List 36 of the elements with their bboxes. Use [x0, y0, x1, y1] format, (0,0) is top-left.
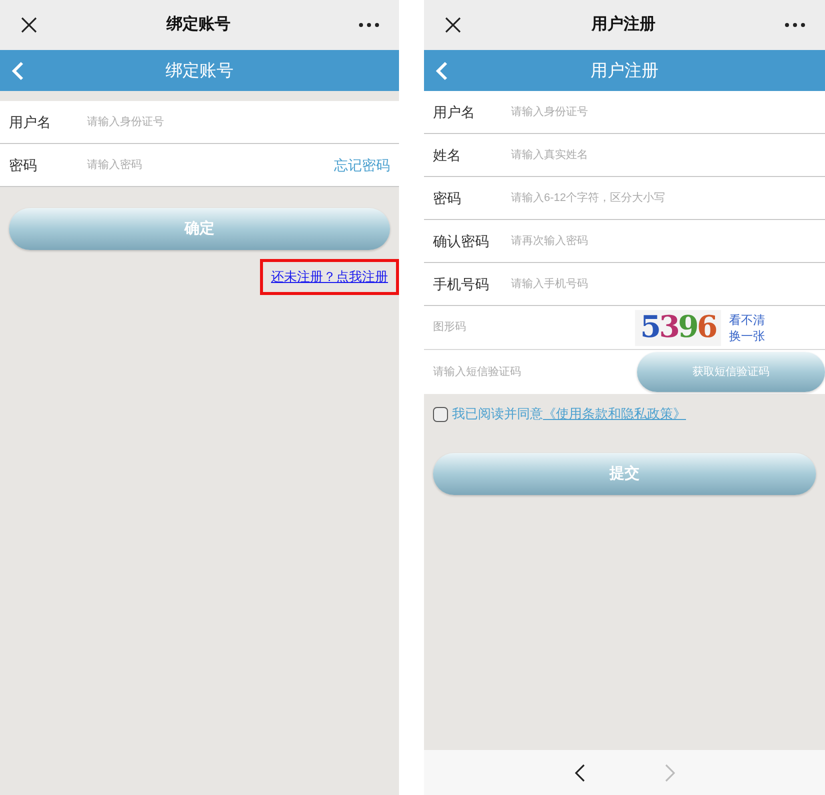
input-field[interactable]: 请输入身份证号 [87, 114, 390, 130]
input-field[interactable]: 请输入密码 [87, 156, 334, 174]
captcha-field[interactable]: 图形码 [433, 319, 635, 336]
confirm-button[interactable]: 确定 [9, 208, 390, 250]
close-icon[interactable] [444, 16, 462, 34]
field-label: 密码 [433, 188, 462, 208]
input-field[interactable]: 请输入手机号码 [511, 276, 816, 292]
input-field[interactable]: 请输入6-12个字符，区分大小写 [511, 190, 816, 206]
window-title: 绑定账号 [166, 14, 230, 35]
page-title: 用户注册 [590, 60, 658, 82]
sms-code-field[interactable]: 请输入短信验证码 [433, 364, 637, 380]
field-label: 密码 [9, 156, 38, 174]
field-label: 用户名 [433, 102, 476, 122]
input-field[interactable]: 请输入真实姓名 [511, 146, 816, 164]
field-label: 确认密码 [433, 232, 490, 250]
window-title: 用户注册 [592, 14, 656, 35]
field-label: 姓名 [433, 146, 462, 164]
close-icon[interactable] [20, 16, 38, 34]
get-sms-code-button[interactable]: 获取短信验证码 [637, 352, 825, 392]
input-field[interactable]: 请再次输入密码 [511, 232, 816, 250]
more-icon[interactable] [359, 23, 379, 27]
input-field[interactable]: 请输入身份证号 [511, 104, 816, 120]
back-icon[interactable] [436, 60, 448, 80]
terms-link[interactable]: 《使用条款和隐私政策》 [543, 406, 686, 422]
refresh-captcha-link[interactable]: 看不清 换一张 [729, 312, 765, 344]
checkbox[interactable] [433, 406, 448, 422]
forgot-password-link[interactable]: 忘记密码 [334, 154, 390, 176]
field-label: 手机号码 [433, 274, 490, 294]
more-icon[interactable] [785, 23, 805, 27]
back-icon[interactable] [12, 60, 24, 80]
field-label: 用户名 [9, 112, 52, 132]
register-link[interactable]: 还未注册？点我注册 [260, 259, 399, 294]
submit-button[interactable]: 提交 [433, 453, 816, 495]
page-title: 绑定账号 [166, 60, 234, 82]
captcha-image[interactable]: 5396 [635, 310, 721, 346]
agreement-text: 我已阅读并同意《使用条款和隐私政策》 [452, 405, 686, 424]
